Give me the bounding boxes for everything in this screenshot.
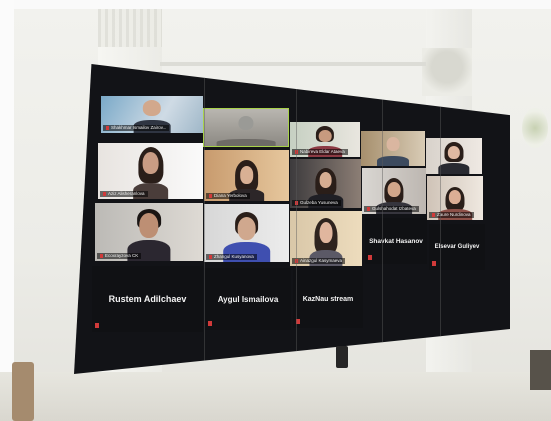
ceiling-strip <box>0 0 551 9</box>
wall-cornice <box>160 62 426 66</box>
video-tile: Gulzeba Yusuneva <box>290 159 361 208</box>
participant-name-tile: Elsevar Guliyev <box>429 224 485 270</box>
video-tile: Ainazgul Kasymaeva <box>290 211 362 266</box>
left-wall-edge <box>0 0 14 421</box>
chair-right <box>530 350 551 390</box>
window-plant <box>522 108 548 148</box>
video-tile: Aziz Alisheranlova <box>98 143 203 199</box>
video-tile <box>426 138 482 174</box>
participant-name: Zhangul Kusyanova <box>206 254 257 260</box>
participant-name: Aziz Alisheranlova <box>100 191 148 197</box>
video-tile <box>203 108 289 147</box>
video-tile: Nabireva Eldar Ataeva <box>290 122 360 157</box>
video-tile: Diana Yerbolova <box>204 150 289 201</box>
participant-name-tile: KazNau stream <box>293 270 363 328</box>
video-wall-screen: Shakhmar Ismailov Zairov... Nabireva Eld… <box>74 64 510 374</box>
participant-name: Ainazgul Kasymaeva <box>292 258 346 264</box>
participant-name: Gulzeba Yusuneva <box>292 200 341 206</box>
video-tile: Zhangul Kusyanova <box>204 204 289 262</box>
participant-name-tile: Rustem Adilchaev <box>92 266 203 332</box>
video-tile: Shakhmar Ismailov Zairov... <box>101 96 203 133</box>
chair-left <box>12 362 34 421</box>
left-pilaster-capital <box>98 9 162 47</box>
participant-name-tile: Shavkat Hasanov <box>365 218 427 264</box>
right-pilaster-capital <box>422 48 472 96</box>
participant-name: Diana Yerbolova <box>206 193 250 199</box>
participant-name: Ecoxrayzova CK <box>97 253 142 259</box>
participant-name: Shakhmar Ismailov Zairov... <box>103 125 170 131</box>
video-tile: Ecoxrayzova CK <box>95 203 203 261</box>
video-tile: Gulshahodat Izbateva <box>362 168 426 214</box>
floor <box>0 372 551 421</box>
video-tile <box>361 131 425 166</box>
participant-name: Gulshahodat Izbateva <box>364 206 419 212</box>
video-tile: Zaure Nurdinova <box>427 176 483 220</box>
participant-name: Zaure Nurdinova <box>429 212 474 218</box>
participant-name: Nabireva Eldar Ataeva <box>292 149 348 155</box>
participant-name-tile: Aygul Ismailova <box>205 268 291 330</box>
screen-cable <box>336 346 348 368</box>
